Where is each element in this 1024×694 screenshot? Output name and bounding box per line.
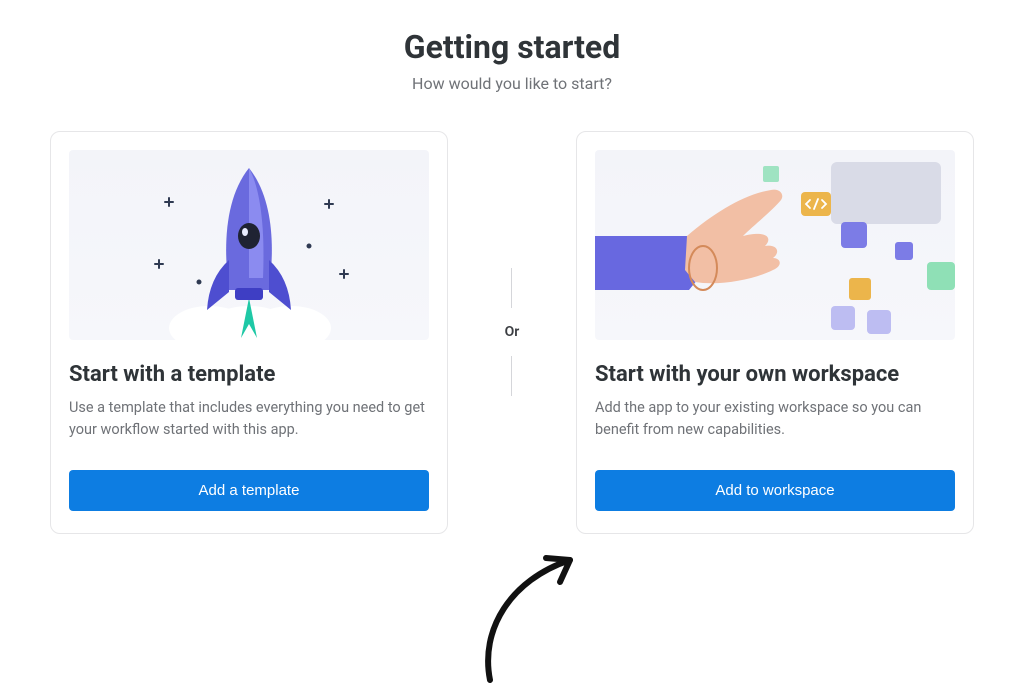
divider-line bbox=[511, 356, 512, 396]
page-heading: Getting started How would you like to st… bbox=[50, 28, 974, 93]
divider-line bbox=[511, 268, 512, 308]
page-subtitle: How would you like to start? bbox=[50, 74, 974, 93]
or-divider: Or bbox=[505, 268, 520, 396]
card-description: Add the app to your existing workspace s… bbox=[595, 397, 955, 442]
divider-label: Or bbox=[505, 324, 520, 340]
annotation-arrow-icon bbox=[450, 540, 630, 694]
page-title: Getting started bbox=[50, 28, 974, 66]
card-description: Use a template that includes everything … bbox=[69, 397, 429, 442]
add-template-button[interactable]: Add a template bbox=[69, 470, 429, 511]
illustration-hand-blocks bbox=[595, 150, 955, 340]
add-to-workspace-button[interactable]: Add to workspace bbox=[595, 470, 955, 511]
card-title: Start with your own workspace bbox=[595, 362, 955, 387]
card-start-with-template: Start with a template Use a template tha… bbox=[50, 131, 448, 534]
card-title: Start with a template bbox=[69, 362, 429, 387]
illustration-rocket bbox=[69, 150, 429, 340]
card-start-with-workspace: Start with your own workspace Add the ap… bbox=[576, 131, 974, 534]
